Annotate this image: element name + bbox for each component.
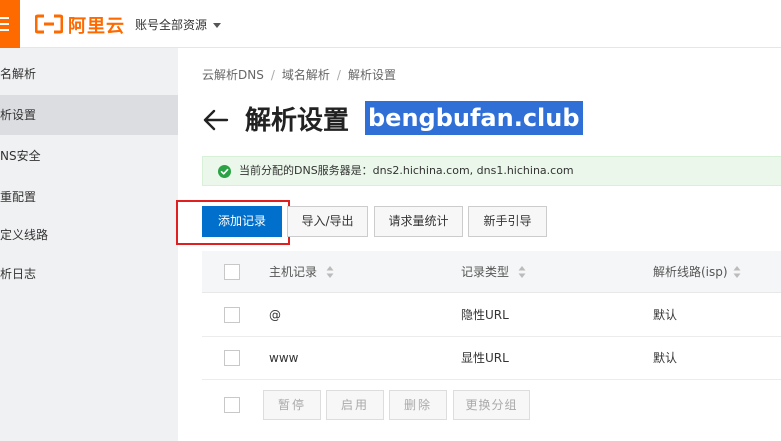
- breadcrumb-item-domain-resolution[interactable]: 域名解析: [282, 68, 330, 82]
- sidebar-item-logs[interactable]: 析日志: [0, 254, 178, 294]
- column-host-record[interactable]: 主机记录: [269, 251, 317, 293]
- delete-button[interactable]: 删除: [389, 390, 447, 420]
- beginner-guide-button[interactable]: 新手引导: [468, 206, 547, 237]
- table-row[interactable]: www 显性URL 默认: [202, 337, 781, 380]
- import-export-button[interactable]: 导入/导出: [287, 206, 368, 237]
- column-record-type[interactable]: 记录类型: [461, 251, 509, 293]
- resource-switch[interactable]: 账号全部资源: [135, 16, 222, 33]
- resolution-line-cell: 默认: [653, 351, 678, 365]
- sidebar-title: 名解析: [0, 67, 37, 81]
- sidebar-item-label: 重配置: [0, 190, 37, 204]
- pause-button[interactable]: 暂停: [263, 390, 321, 420]
- record-type-cell: 显性URL: [461, 351, 509, 365]
- batch-select-checkbox[interactable]: [224, 397, 240, 413]
- sort-icon[interactable]: [518, 265, 526, 279]
- host-record-cell: @: [269, 308, 281, 322]
- back-arrow-icon[interactable]: [203, 107, 229, 133]
- breadcrumb-separator: /: [270, 68, 275, 82]
- change-group-button[interactable]: 更换分组: [453, 390, 530, 420]
- resolution-line-cell: 默认: [653, 308, 678, 322]
- domain-name: bengbufan.club: [365, 101, 583, 135]
- host-record-cell: www: [269, 351, 299, 365]
- top-bar: 阿里云 账号全部资源: [0, 0, 781, 48]
- sidebar-item-reconfig[interactable]: 重配置: [0, 177, 178, 217]
- sidebar-item-custom-lines[interactable]: 定义线路: [0, 215, 178, 255]
- resource-switch-label: 账号全部资源: [135, 18, 208, 32]
- sidebar-item-dns-security[interactable]: NS安全: [0, 136, 178, 176]
- chevron-down-icon: [213, 23, 222, 28]
- dns-server-alert: 当前分配的DNS服务器是：dns2.hichina.com, dns1.hich…: [202, 156, 781, 186]
- sidebar-item-dns-settings[interactable]: 析设置: [0, 95, 178, 135]
- request-stats-button[interactable]: 请求量统计: [374, 206, 463, 237]
- sidebar-item-label: NS安全: [0, 149, 41, 163]
- enable-button[interactable]: 启用: [326, 390, 384, 420]
- breadcrumb-item-cloud-dns[interactable]: 云解析DNS: [202, 68, 264, 82]
- breadcrumb: 云解析DNS / 域名解析 / 解析设置: [202, 66, 396, 83]
- sidebar-item-label: 定义线路: [0, 228, 49, 242]
- sidebar: 名解析 析设置 NS安全 重配置 定义线路 析日志: [0, 48, 178, 441]
- sort-icon[interactable]: [733, 265, 741, 279]
- table-row[interactable]: @ 隐性URL 默认: [202, 294, 781, 337]
- breadcrumb-separator: /: [336, 68, 341, 82]
- table-header: 主机记录 记录类型 解析线路(isp): [202, 251, 781, 293]
- check-circle-icon: [218, 165, 231, 178]
- logo-text[interactable]: 阿里云: [68, 12, 125, 38]
- record-type-cell: 隐性URL: [461, 308, 509, 322]
- row-checkbox[interactable]: [224, 350, 240, 366]
- select-all-checkbox[interactable]: [224, 264, 240, 280]
- highlight-annotation: [176, 200, 290, 245]
- sidebar-item-label: 析设置: [0, 108, 37, 122]
- sort-icon[interactable]: [326, 265, 334, 279]
- breadcrumb-item-current: 解析设置: [347, 68, 396, 82]
- alert-text: 当前分配的DNS服务器是：dns2.hichina.com, dns1.hich…: [239, 164, 574, 177]
- menu-icon[interactable]: [0, 0, 20, 48]
- sidebar-item-label: 析日志: [0, 267, 37, 281]
- aliyun-logo-icon: [35, 14, 63, 34]
- page-title: 解析设置: [245, 106, 350, 136]
- column-resolution-line[interactable]: 解析线路(isp): [653, 251, 728, 293]
- row-checkbox[interactable]: [224, 307, 240, 323]
